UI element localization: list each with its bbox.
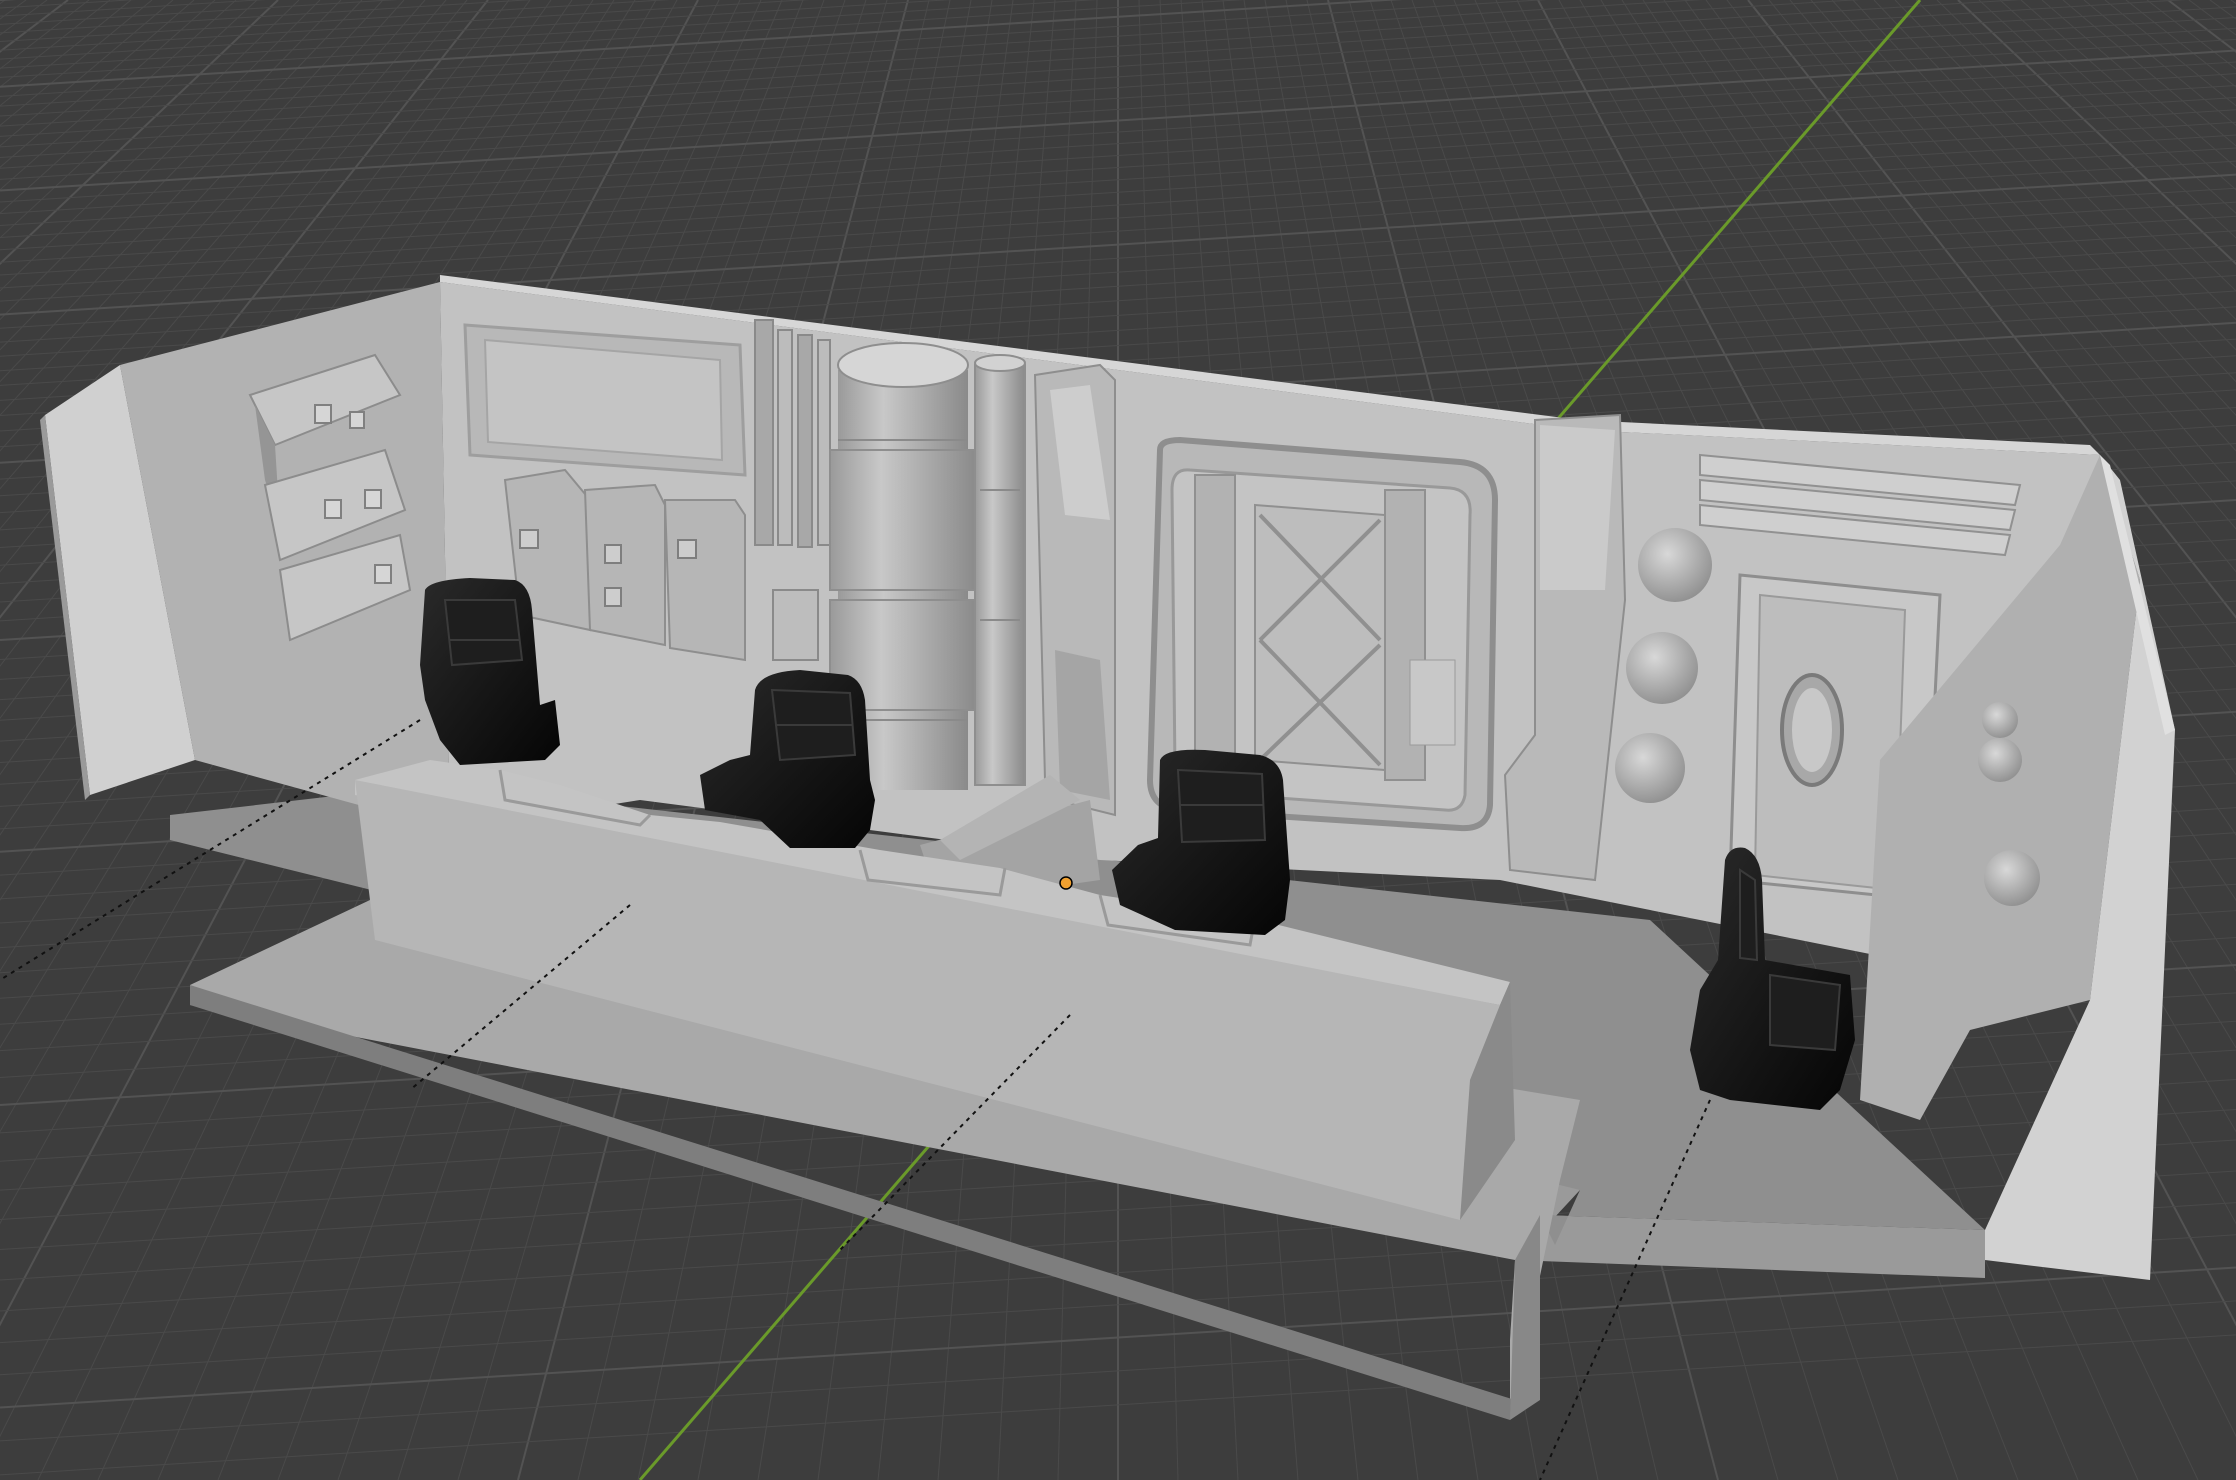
object-origin-marker[interactable] xyxy=(1059,876,1073,890)
vertical-pipe xyxy=(974,354,1026,786)
cockpit-room-model[interactable] xyxy=(40,275,2175,1420)
viewport-canvas[interactable] xyxy=(0,0,2236,1480)
wall-pillar-left xyxy=(1033,363,1116,817)
3d-viewport[interactable] xyxy=(0,0,2236,1480)
wall-panel-rectangle-inner xyxy=(483,338,724,462)
